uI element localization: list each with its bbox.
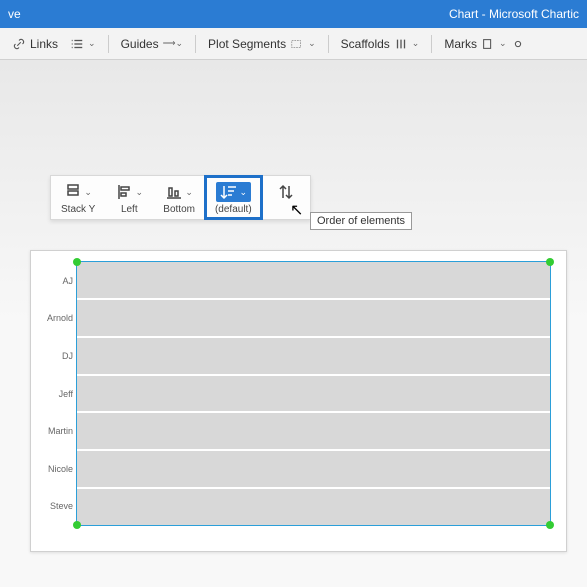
y-axis-label: DJ — [35, 351, 73, 361]
divider — [431, 35, 432, 53]
table-row[interactable] — [77, 487, 550, 525]
links-button[interactable]: Links — [8, 35, 62, 53]
plot-area[interactable]: AJArnoldDJJeffMartinNicoleSteve — [76, 261, 551, 526]
table-row[interactable] — [77, 374, 550, 412]
chevron-down-icon: ⌄ — [84, 187, 92, 198]
y-axis-label: Steve — [35, 501, 73, 511]
shape-icon — [511, 37, 525, 51]
chevron-down-icon: ⟶⌄ — [163, 38, 183, 49]
y-axis-label: Arnold — [35, 313, 73, 323]
resize-handle-br[interactable] — [546, 521, 554, 529]
chart-rows — [77, 262, 550, 525]
y-axis-label: AJ — [35, 276, 73, 286]
align-bottom-button[interactable]: ⌄ Bottom — [153, 176, 205, 219]
divider — [195, 35, 196, 53]
titlebar-left-fragment: ve — [8, 7, 21, 21]
swap-icon — [277, 183, 295, 201]
align-bottom-icon — [165, 183, 183, 201]
columns-icon — [394, 37, 408, 51]
stack-y-button[interactable]: ⌄ Stack Y — [51, 176, 105, 219]
tooltip: Order of elements — [310, 212, 412, 230]
bar — [77, 376, 550, 412]
stack-y-label: Stack Y — [61, 204, 95, 215]
guides-button[interactable]: Guides ⟶⌄ — [117, 35, 187, 53]
chevron-down-icon: ⌄ — [412, 38, 420, 49]
list-icon — [70, 37, 84, 51]
y-axis-label: Jeff — [35, 389, 73, 399]
bar — [77, 262, 550, 298]
mark-icon — [481, 37, 495, 51]
plot-segments-button[interactable]: Plot Segments ⌄ — [204, 35, 320, 53]
ribbon-toolbar: Links ⌄ Guides ⟶⌄ Plot Segments ⌄ Scaffo… — [0, 28, 587, 60]
resize-handle-bl[interactable] — [73, 521, 81, 529]
table-row[interactable] — [77, 411, 550, 449]
marks-label: Marks — [444, 37, 477, 51]
resize-handle-tr[interactable] — [546, 258, 554, 266]
link-icon — [12, 37, 26, 51]
chevron-down-icon: ⌄ — [308, 38, 316, 49]
bar — [77, 413, 550, 449]
order-default-button[interactable]: ⌄ (default) — [205, 176, 262, 219]
titlebar: ve Chart - Microsoft Chartic — [0, 0, 587, 28]
chevron-down-icon: ⌄ — [499, 38, 507, 49]
bar — [77, 489, 550, 525]
scaffolds-button[interactable]: Scaffolds ⌄ — [337, 35, 424, 53]
y-axis-label: Nicole — [35, 464, 73, 474]
align-left-icon — [116, 183, 134, 201]
bar — [77, 451, 550, 487]
stack-y-icon — [64, 183, 82, 201]
table-row[interactable] — [77, 449, 550, 487]
floating-toolbar: ⌄ Stack Y ⌄ Left ⌄ Bottom ⌄ (default) — [50, 175, 311, 220]
rect-icon — [290, 37, 304, 51]
chevron-down-icon: ⌄ — [88, 38, 96, 49]
align-left-button[interactable]: ⌄ Left — [105, 176, 153, 219]
align-left-label: Left — [121, 204, 138, 215]
chart-container[interactable]: AJ Arnold DJ Jeff Martin Nicole Steve — [30, 250, 567, 552]
titlebar-app-title: Chart - Microsoft Chartic — [449, 7, 579, 21]
sort-icon — [220, 183, 238, 201]
bar — [77, 300, 550, 336]
divider — [108, 35, 109, 53]
links-label: Links — [30, 37, 58, 51]
chevron-down-icon: ⌄ — [240, 187, 248, 198]
guides-label: Guides — [121, 37, 159, 51]
plot-segments-label: Plot Segments — [208, 37, 286, 51]
table-row[interactable] — [77, 336, 550, 374]
marks-button[interactable]: Marks ⌄ — [440, 35, 528, 53]
chevron-down-icon: ⌄ — [136, 187, 144, 198]
swap-button[interactable] — [262, 176, 310, 219]
y-axis-label: Martin — [35, 426, 73, 436]
align-bottom-label: Bottom — [163, 204, 195, 215]
resize-handle-tl[interactable] — [73, 258, 81, 266]
canvas-area: ⌄ Stack Y ⌄ Left ⌄ Bottom ⌄ (default) — [0, 60, 587, 587]
table-row[interactable] — [77, 298, 550, 336]
chevron-down-icon: ⌄ — [185, 187, 193, 198]
divider — [328, 35, 329, 53]
list-button[interactable]: ⌄ — [66, 35, 100, 53]
table-row[interactable] — [77, 262, 550, 298]
bar — [77, 338, 550, 374]
scaffolds-label: Scaffolds — [341, 37, 390, 51]
order-default-label: (default) — [215, 204, 252, 215]
